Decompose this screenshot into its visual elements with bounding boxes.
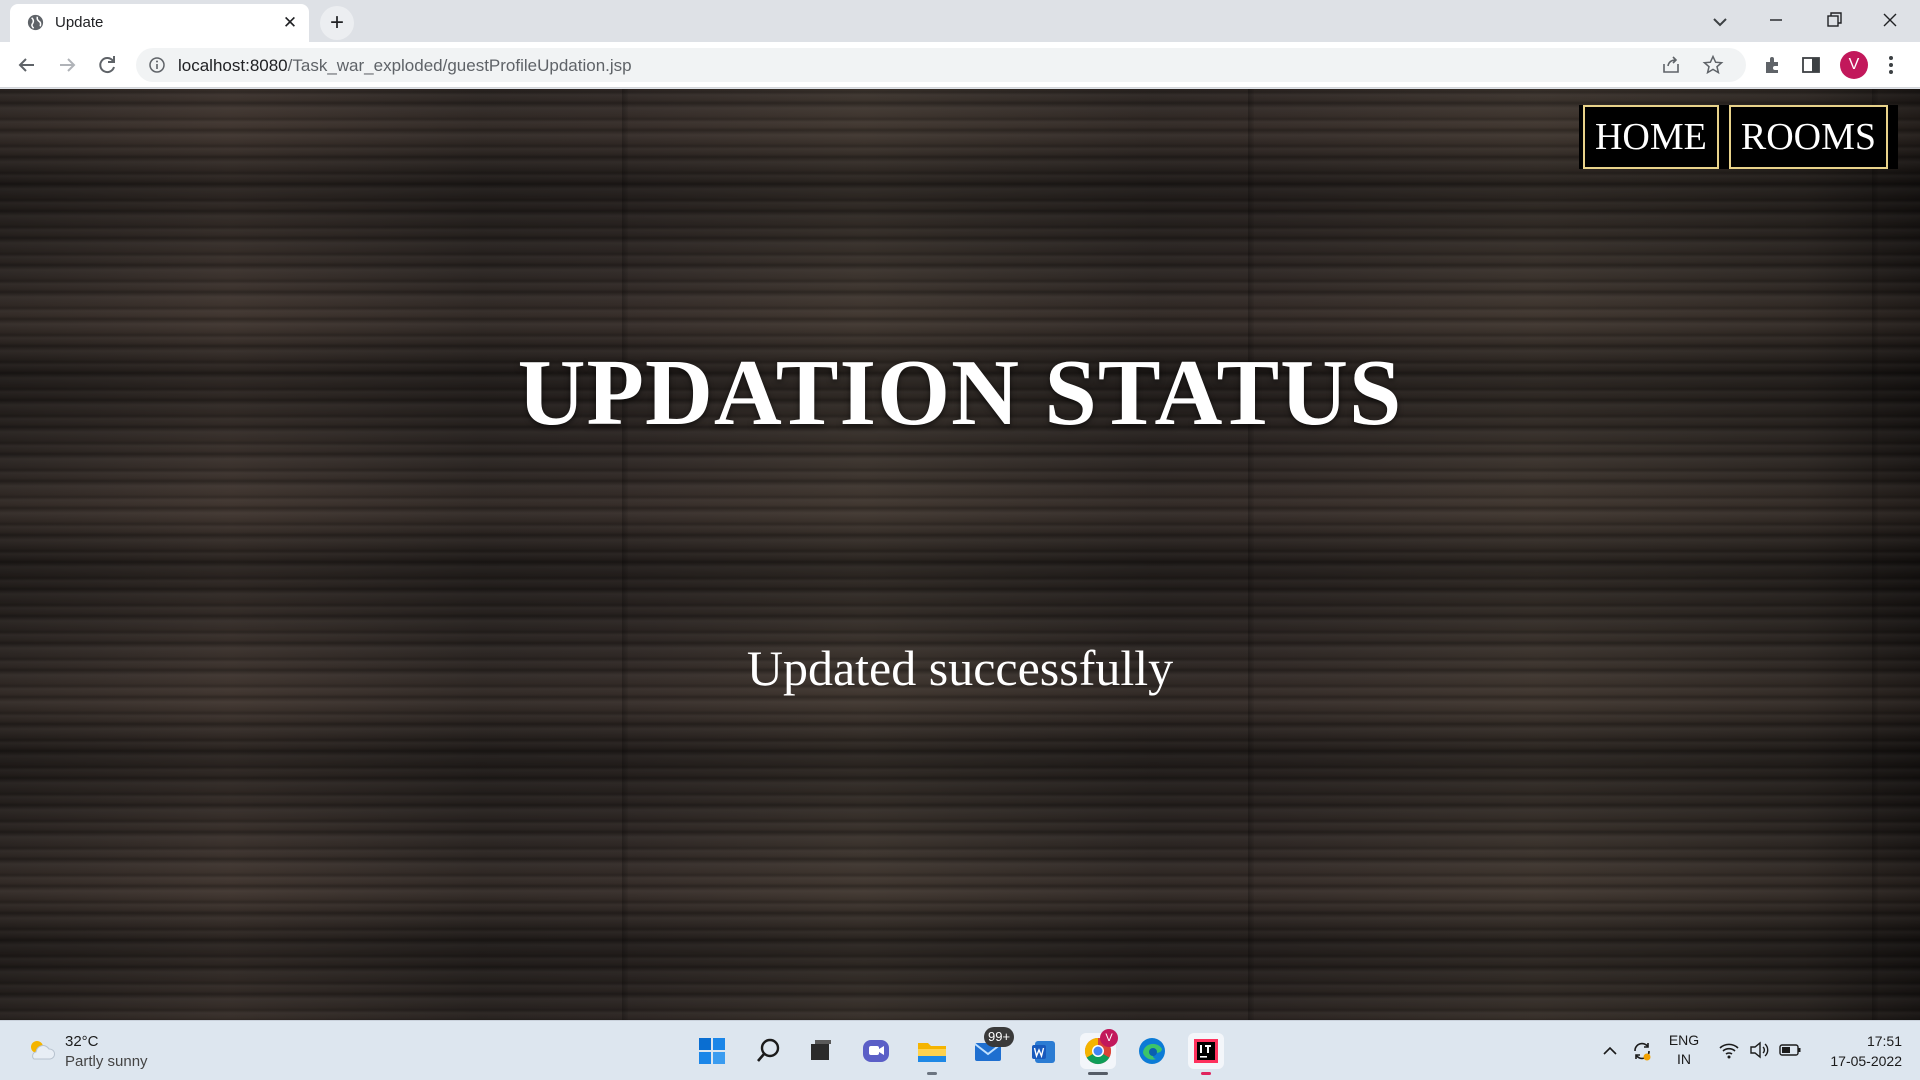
new-tab-button[interactable]: + — [320, 6, 354, 40]
page-viewport: HOME ROOMS UPDATION STATUS Updated succe… — [0, 89, 1920, 1020]
url-text[interactable]: localhost:8080/Task_war_exploded/guestPr… — [178, 56, 632, 76]
chevron-up-icon[interactable] — [1600, 1041, 1620, 1061]
side-panel-icon[interactable] — [1800, 54, 1822, 76]
url-host: localhost:8080 — [178, 56, 288, 75]
chrome-icon[interactable]: V — [1080, 1029, 1118, 1075]
bookmark-star-icon[interactable] — [1702, 54, 1724, 76]
volume-icon[interactable] — [1748, 1039, 1770, 1061]
weather-description[interactable]: Partly sunny — [65, 1053, 148, 1070]
running-indicator — [927, 1072, 937, 1075]
mail-icon[interactable]: 99+ — [970, 1027, 1015, 1069]
chrome-profile-badge: V — [1100, 1029, 1118, 1047]
top-nav: HOME ROOMS — [1578, 105, 1898, 169]
share-icon[interactable] — [1660, 54, 1682, 76]
more-menu-icon[interactable] — [1880, 54, 1902, 76]
language-code: ENG — [1668, 1032, 1700, 1048]
home-nav-link[interactable]: HOME — [1582, 105, 1719, 169]
globe-icon — [27, 14, 44, 31]
extensions-icon[interactable] — [1762, 54, 1784, 76]
mail-count-badge: 99+ — [984, 1027, 1015, 1047]
restore-icon[interactable] — [1805, 0, 1861, 40]
forward-arrow-icon[interactable] — [52, 50, 82, 80]
reload-icon[interactable] — [92, 50, 122, 80]
chat-icon[interactable] — [858, 1033, 894, 1069]
windows-taskbar: 32°C Partly sunny 99+ V ENG IN 17:51 17-… — [0, 1020, 1920, 1080]
url-path: /Task_war_exploded/guestProfileUpdation.… — [287, 56, 632, 75]
task-view-icon[interactable] — [802, 1033, 838, 1069]
wood-plank-seam — [622, 89, 628, 1020]
region-code: IN — [1677, 1051, 1691, 1067]
clock-date: 17-05-2022 — [1830, 1053, 1902, 1069]
partly-sunny-icon[interactable] — [26, 1037, 56, 1063]
browser-toolbar: localhost:8080/Task_war_exploded/guestPr… — [0, 42, 1920, 88]
running-indicator — [1201, 1072, 1211, 1075]
language-indicator[interactable]: ENG IN — [1668, 1031, 1700, 1069]
back-arrow-icon[interactable] — [12, 50, 42, 80]
rooms-nav-link[interactable]: ROOMS — [1728, 105, 1888, 169]
tab-title: Update — [55, 14, 104, 31]
profile-avatar[interactable]: V — [1840, 51, 1868, 79]
battery-icon[interactable] — [1778, 1041, 1802, 1059]
weather-temperature[interactable]: 32°C — [65, 1033, 99, 1050]
edge-icon[interactable] — [1134, 1033, 1170, 1069]
running-indicator — [1088, 1072, 1108, 1075]
word-icon[interactable] — [1026, 1033, 1062, 1069]
browser-tab[interactable]: Update ✕ — [10, 4, 309, 42]
address-bar[interactable]: localhost:8080/Task_war_exploded/guestPr… — [136, 48, 1746, 82]
site-info-icon[interactable] — [148, 56, 166, 74]
wifi-icon[interactable] — [1718, 1039, 1740, 1061]
tab-search-icon[interactable] — [1706, 8, 1734, 36]
search-icon[interactable] — [750, 1033, 786, 1069]
status-message: Updated successfully — [746, 640, 1174, 696]
start-icon[interactable] — [694, 1033, 730, 1069]
file-explorer-icon[interactable] — [914, 1033, 950, 1075]
page-title: UPDATION STATUS — [517, 341, 1403, 445]
close-window-icon[interactable] — [1862, 0, 1918, 40]
system-clock[interactable]: 17:51 17-05-2022 — [1812, 1031, 1902, 1071]
tab-strip: Update ✕ + — [0, 0, 1920, 42]
intellij-icon[interactable] — [1188, 1033, 1224, 1075]
minimize-icon[interactable] — [1748, 0, 1804, 40]
sync-icon[interactable] — [1630, 1039, 1654, 1063]
close-tab-icon[interactable]: ✕ — [280, 13, 300, 33]
wood-plank-seam — [1248, 89, 1254, 1020]
wood-plank-seam — [1872, 89, 1878, 1020]
clock-time: 17:51 — [1866, 1033, 1902, 1049]
